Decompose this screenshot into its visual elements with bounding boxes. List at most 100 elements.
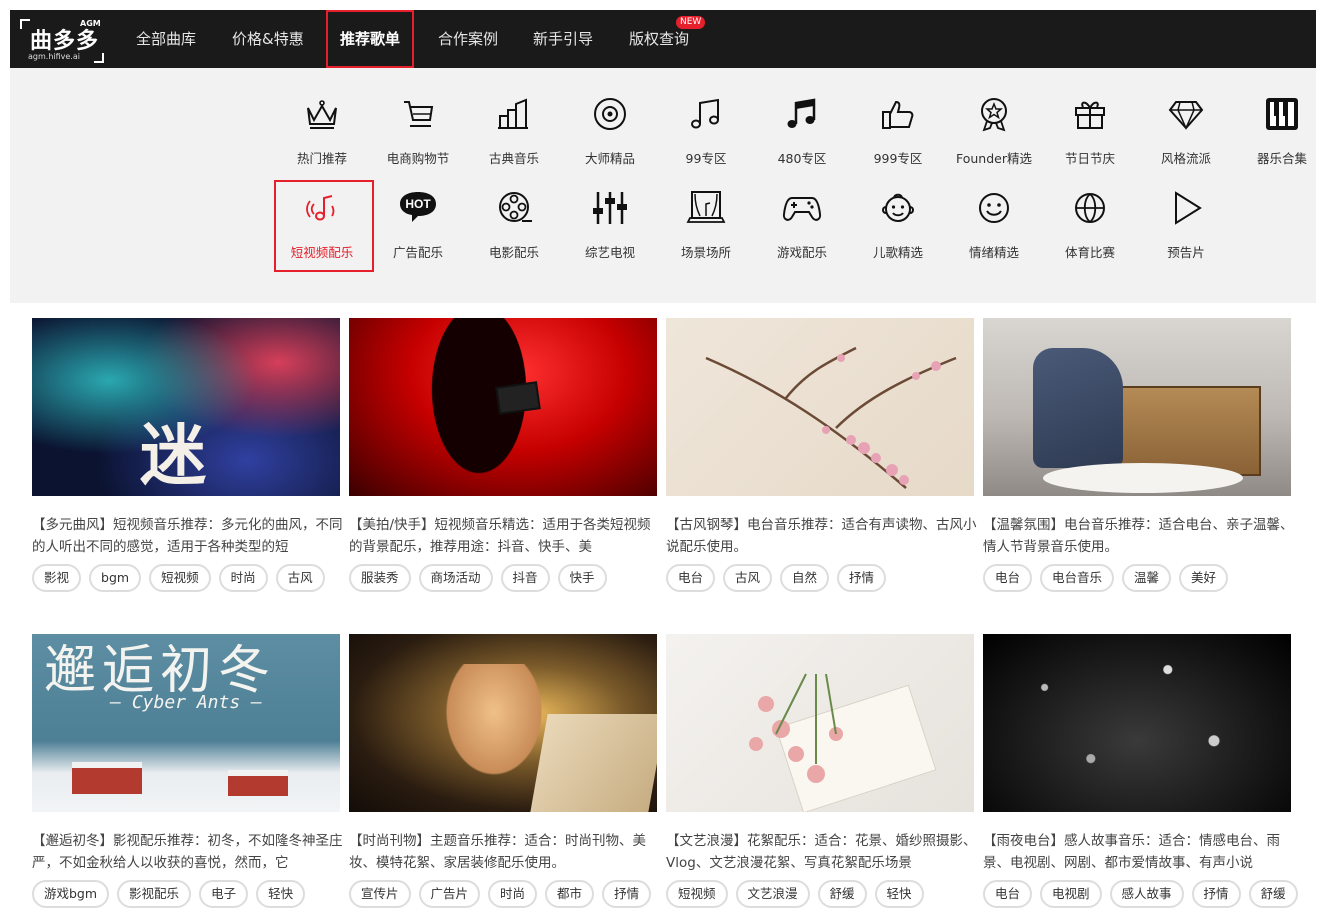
cover-phone [495,381,541,415]
tag[interactable]: 广告片 [418,880,481,908]
playlist-card[interactable]: 邂逅初冬 — Cyber Ants — 【邂逅初冬】影视配乐推荐：初冬，不如隆冬… [32,634,343,908]
tag[interactable]: 电子 [199,880,249,908]
tag[interactable]: 抒情 [837,564,887,592]
playlist-cover[interactable] [349,634,657,812]
playlist-description: 【美拍/快手】短视频音乐精选：适用于各类短视频的背景配乐，推荐用途：抖音、快手、… [349,517,651,555]
tag[interactable]: 舒缓 [817,880,867,908]
category-label: 预告片 [1167,245,1205,260]
category-founder[interactable]: Founder精选 [946,68,1042,166]
category-game-music[interactable]: 游戏配乐 [754,162,850,260]
tag-list: 电台 古风 自然 抒情 [666,564,974,592]
category-genre[interactable]: 风格流派 [1138,68,1234,166]
tag[interactable]: 宣传片 [349,880,411,908]
play-triangle-icon [1166,188,1206,228]
category-ad-music[interactable]: HOT 广告配乐 [370,162,466,260]
smiley-icon [974,188,1014,228]
category-mood[interactable]: 情绪精选 [946,162,1042,260]
category-kids-songs[interactable]: 儿歌精选 [850,162,946,260]
tag[interactable]: 古风 [275,564,325,592]
tag[interactable]: 时尚 [218,564,268,592]
tag[interactable]: 电台音乐 [1040,564,1115,592]
playlist-card[interactable]: 【文艺浪漫】花絮配乐：适合：花景、婚纱照摄影、Vlog、文艺浪漫花絮、写真花絮配… [666,634,977,908]
category-festival[interactable]: 节日节庆 [1042,68,1138,166]
cover-art-text: 迷 [140,416,206,494]
category-trailer[interactable]: 预告片 [1138,162,1234,260]
tag[interactable]: 轻快 [874,880,924,908]
disc-icon [590,94,630,134]
tag[interactable]: 抖音 [500,564,550,592]
category-label: 器乐合集 [1256,151,1307,166]
tag[interactable]: 古风 [723,564,773,592]
equalizer-icon [590,188,630,228]
category-master[interactable]: 大师精品 [562,68,658,166]
tag[interactable]: 影视配乐 [117,880,192,908]
diamond-icon [1166,94,1206,134]
category-hot[interactable]: 热门推荐 [274,68,370,166]
playlist-card[interactable]: 【时尚刊物】主题音乐推荐：适合：时尚刊物、美妆、模特花絮、家居装修配乐使用。 宣… [349,634,657,908]
tag-list: 短视频 文艺浪漫 舒缓 轻快 [666,880,974,908]
playlist-card[interactable]: 【雨夜电台】感人故事音乐：适合：情感电台、雨景、电视剧、网剧、都市爱情故事、有声… [983,634,1298,908]
nav-cases[interactable]: 合作案例 [438,10,498,68]
category-480[interactable]: 480专区 [754,68,850,166]
tag[interactable]: 抒情 [602,880,652,908]
nav-recommended-playlists[interactable]: 推荐歌单 [326,10,415,68]
nav-guide[interactable]: 新手引导 [533,10,593,68]
playlist-cover[interactable]: 迷 [32,318,340,496]
cover-legs [1033,348,1123,468]
category-instrumental[interactable]: 器乐合集 [1234,68,1326,166]
category-99[interactable]: 99专区 [658,68,754,166]
nav-all-library[interactable]: 全部曲库 [136,10,196,68]
tag[interactable]: 轻快 [256,880,306,908]
shopping-cart-icon [398,94,438,134]
music-note-solid-icon [782,94,822,134]
tag[interactable]: 时尚 [488,880,538,908]
tag[interactable]: 自然 [780,564,830,592]
playlist-cover[interactable] [666,318,974,496]
category-999[interactable]: 999专区 [850,68,946,166]
playlist-cover[interactable] [983,634,1291,812]
logo[interactable]: 曲多多 AGM agm.hifive.ai [20,17,104,63]
cover-branch [705,346,957,489]
tag[interactable]: 都市 [545,880,595,908]
playlist-card[interactable]: 【温馨氛围】电台音乐推荐：适合电台、亲子温馨、情人节背景音乐使用。 电台 电台音… [983,318,1294,592]
category-classical[interactable]: 古典音乐 [466,68,562,166]
tag[interactable]: 影视 [32,564,82,592]
tag[interactable]: 美好 [1179,564,1229,592]
nav-pricing[interactable]: 价格&特惠 [232,10,304,68]
tag[interactable]: 短视频 [149,564,211,592]
tag[interactable]: 服装秀 [349,564,411,592]
category-variety-tv[interactable]: 综艺电视 [562,162,658,260]
playlist-description: 【时尚刊物】主题音乐推荐：适合：时尚刊物、美妆、模特花絮、家居装修配乐使用。 [349,833,646,871]
category-sports[interactable]: 体育比赛 [1042,162,1138,260]
tag[interactable]: 电台 [983,880,1033,908]
crown-icon [302,94,342,134]
playlist-description: 【多元曲风】短视频音乐推荐：多元化的曲风，不同的人听出不同的感觉，适用于各种类型… [32,517,343,555]
tag[interactable]: 温馨 [1122,564,1172,592]
tag[interactable]: 感人故事 [1109,880,1184,908]
tag[interactable]: 抒情 [1191,880,1241,908]
playlist-cover[interactable]: 邂逅初冬 — Cyber Ants — [32,634,340,812]
tag[interactable]: 电视剧 [1040,880,1102,908]
category-shopping[interactable]: 电商购物节 [370,68,466,166]
playlist-card[interactable]: 迷 【多元曲风】短视频音乐推荐：多元化的曲风，不同的人听出不同的感觉，适用于各种… [32,318,343,592]
playlist-cover[interactable] [666,634,974,812]
medal-icon [974,94,1014,134]
tag[interactable]: 电台 [983,564,1033,592]
tag[interactable]: 舒缓 [1248,880,1298,908]
tag[interactable]: 商场活动 [418,564,493,592]
active-category-outline [274,180,374,272]
tag[interactable]: 游戏bgm [32,880,110,908]
category-film-music[interactable]: 电影配乐 [466,162,562,260]
tag[interactable]: 短视频 [666,880,728,908]
category-scenes[interactable]: 场景场所 [658,162,754,260]
playlist-card[interactable]: 【古风钢琴】电台音乐推荐：适合有声读物、古风小说配乐使用。 电台 古风 自然 抒… [666,318,977,592]
gamepad-icon [782,188,822,228]
playlist-cover[interactable] [983,318,1291,496]
top-nav-bar: 曲多多 AGM agm.hifive.ai 全部曲库 价格&特惠 推荐歌单 合作… [10,10,1316,68]
tag[interactable]: 文艺浪漫 [735,880,810,908]
tag[interactable]: bgm [89,564,142,592]
tag[interactable]: 快手 [557,564,607,592]
playlist-cover[interactable] [349,318,657,496]
tag[interactable]: 电台 [666,564,716,592]
playlist-card[interactable]: 【美拍/快手】短视频音乐精选：适用于各类短视频的背景配乐，推荐用途：抖音、快手、… [349,318,657,592]
